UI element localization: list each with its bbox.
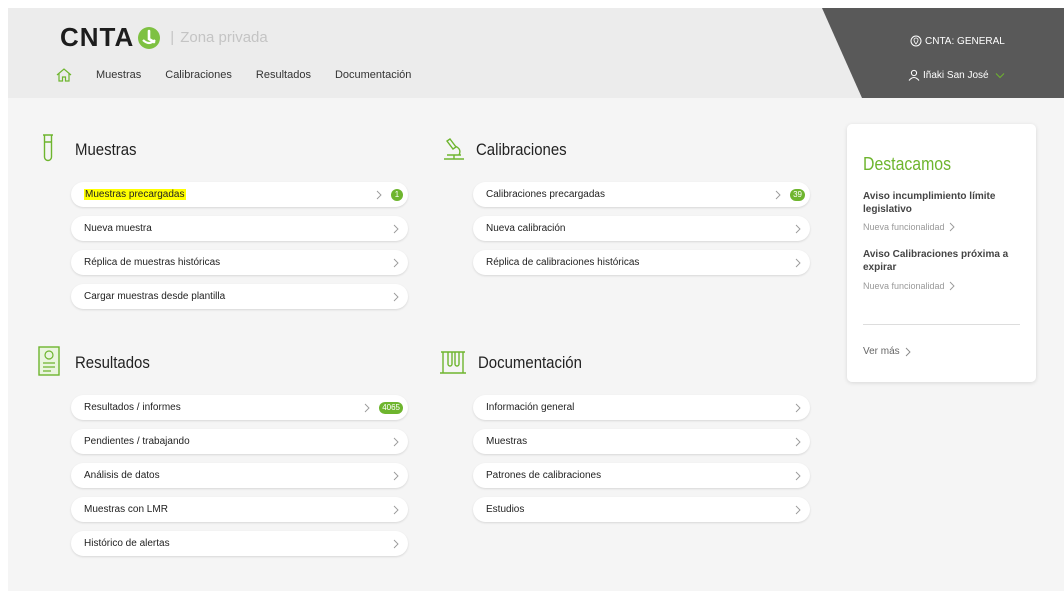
menu-item-patrones-calibraciones[interactable]: Patrones de calibraciones	[473, 463, 810, 488]
news-item-sub-label: Nueva funcionalidad	[863, 222, 945, 232]
news-item-sub-label: Nueva funcionalidad	[863, 281, 945, 291]
menu-item-label: Histórico de alertas	[84, 538, 170, 549]
menu-item-label: Nueva muestra	[84, 223, 152, 234]
nav-calibraciones[interactable]: Calibraciones	[165, 69, 232, 81]
menu-item-label: Información general	[486, 402, 575, 413]
chevron-right-icon	[376, 190, 382, 199]
chevron-right-icon	[949, 222, 955, 232]
logo[interactable]: CNTA | Zona privada	[60, 22, 268, 53]
chevron-right-icon	[393, 258, 399, 267]
menu-item-label: Réplica de calibraciones históricas	[486, 257, 640, 268]
microscope-icon	[444, 138, 464, 160]
top-header: CNTA | Zona privada Muestras Calibracion…	[8, 8, 1064, 98]
menu-item-label: Cargar muestras desde plantilla	[84, 291, 226, 302]
menu-item-historico-alertas[interactable]: Histórico de alertas	[71, 531, 408, 556]
menu-item-label: Nueva calibración	[486, 223, 566, 234]
ver-mas-label: Ver más	[863, 346, 900, 357]
center-label: CNTA: GENERAL	[925, 35, 1005, 47]
zone-label: Zona privada	[180, 29, 268, 46]
menu-item-label: Muestras con LMR	[84, 504, 168, 515]
home-icon[interactable]	[56, 68, 72, 82]
section-title-resultados: Resultados	[75, 353, 150, 372]
count-badge: 39	[790, 188, 805, 201]
user-name: Iñaki San José	[923, 69, 989, 81]
chevron-right-icon	[949, 281, 955, 291]
menu-item-replica-calibraciones[interactable]: Réplica de calibraciones históricas	[473, 250, 810, 275]
chevron-right-icon	[393, 292, 399, 301]
news-item-sub[interactable]: Nueva funcionalidad	[863, 281, 956, 291]
highlighted-text: Muestras precargadas	[84, 189, 186, 200]
section-title-calibraciones: Calibraciones	[476, 140, 567, 159]
logo-text: CNTA	[60, 22, 135, 52]
test-tube-icon	[43, 134, 53, 162]
menu-item-label: Réplica de muestras históricas	[84, 257, 221, 268]
count-badge: 1	[391, 188, 403, 201]
menu-item-label: Muestras	[486, 436, 528, 447]
chevron-right-icon	[795, 505, 801, 514]
chevron-right-icon	[795, 258, 801, 267]
chevron-right-icon	[393, 224, 399, 233]
chevron-right-icon	[795, 224, 801, 233]
destacamos-card: Destacamos Aviso incumplimiento límite l…	[847, 124, 1036, 382]
menu-item-label: Patrones de calibraciones	[486, 470, 602, 481]
location-pin-icon	[910, 35, 922, 47]
menu-item-resultados-informes[interactable]: Resultados / informes 4065	[71, 395, 408, 420]
main-nav: Muestras Calibraciones Resultados Docume…	[56, 68, 435, 82]
logo-separator: |	[170, 29, 175, 46]
menu-item-replica-muestras[interactable]: Réplica de muestras históricas	[71, 250, 408, 275]
chevron-down-icon[interactable]	[995, 72, 1005, 79]
ver-mas-link[interactable]: Ver más	[863, 346, 912, 357]
section-title-muestras: Muestras	[75, 140, 137, 159]
menu-item-doc-muestras[interactable]: Muestras	[473, 429, 810, 454]
chevron-right-icon	[393, 437, 399, 446]
lab-tubes-icon	[440, 351, 466, 374]
chevron-right-icon	[795, 403, 801, 412]
user-icon	[908, 69, 920, 81]
menu-item-analisis-datos[interactable]: Análisis de datos	[71, 463, 408, 488]
menu-item-label: Muestras precargadas	[84, 189, 375, 200]
menu-item-label: Estudios	[486, 504, 525, 515]
menu-item-cargar-plantilla[interactable]: Cargar muestras desde plantilla	[71, 284, 408, 309]
menu-item-label: Pendientes / trabajando	[84, 436, 190, 447]
menu-item-nueva-calibracion[interactable]: Nueva calibración	[473, 216, 810, 241]
chevron-right-icon	[393, 505, 399, 514]
menu-item-muestras-precargadas[interactable]: Muestras precargadas 1	[71, 182, 408, 207]
menu-item-muestras-lmr[interactable]: Muestras con LMR	[71, 497, 408, 522]
news-item-title[interactable]: Aviso incumplimiento límite legislativo	[863, 190, 1025, 216]
menu-item-pendientes[interactable]: Pendientes / trabajando	[71, 429, 408, 454]
divider	[863, 324, 1020, 325]
page-frame: CNTA | Zona privada Muestras Calibracion…	[8, 8, 1064, 591]
chevron-right-icon	[364, 403, 370, 412]
menu-item-label: Resultados / informes	[84, 402, 181, 413]
chevron-right-icon	[393, 539, 399, 548]
menu-item-informacion-general[interactable]: Información general	[473, 395, 810, 420]
chevron-right-icon	[775, 190, 781, 199]
nav-resultados[interactable]: Resultados	[256, 69, 311, 81]
nav-documentacion[interactable]: Documentación	[335, 69, 411, 81]
center-selector[interactable]: CNTA: GENERAL	[910, 35, 1005, 47]
chevron-right-icon	[905, 347, 911, 356]
chevron-right-icon	[393, 471, 399, 480]
news-item-sub[interactable]: Nueva funcionalidad	[863, 222, 956, 232]
menu-item-label: Calibraciones precargadas	[486, 189, 605, 200]
chevron-right-icon	[795, 471, 801, 480]
news-item-title[interactable]: Aviso Calibraciones próxima a expirar	[863, 248, 1025, 274]
count-badge: 4065	[379, 401, 403, 414]
menu-item-calibraciones-precargadas[interactable]: Calibraciones precargadas 39	[473, 182, 810, 207]
user-panel	[822, 8, 1064, 98]
logo-mark-icon	[138, 26, 161, 49]
menu-item-label: Análisis de datos	[84, 470, 160, 481]
nav-muestras[interactable]: Muestras	[96, 69, 141, 81]
menu-item-estudios[interactable]: Estudios	[473, 497, 810, 522]
report-icon	[38, 346, 60, 376]
destacamos-title: Destacamos	[863, 154, 952, 174]
user-menu[interactable]: Iñaki San José	[908, 69, 1005, 81]
menu-item-nueva-muestra[interactable]: Nueva muestra	[71, 216, 408, 241]
chevron-right-icon	[795, 437, 801, 446]
section-title-documentacion: Documentación	[478, 353, 582, 372]
